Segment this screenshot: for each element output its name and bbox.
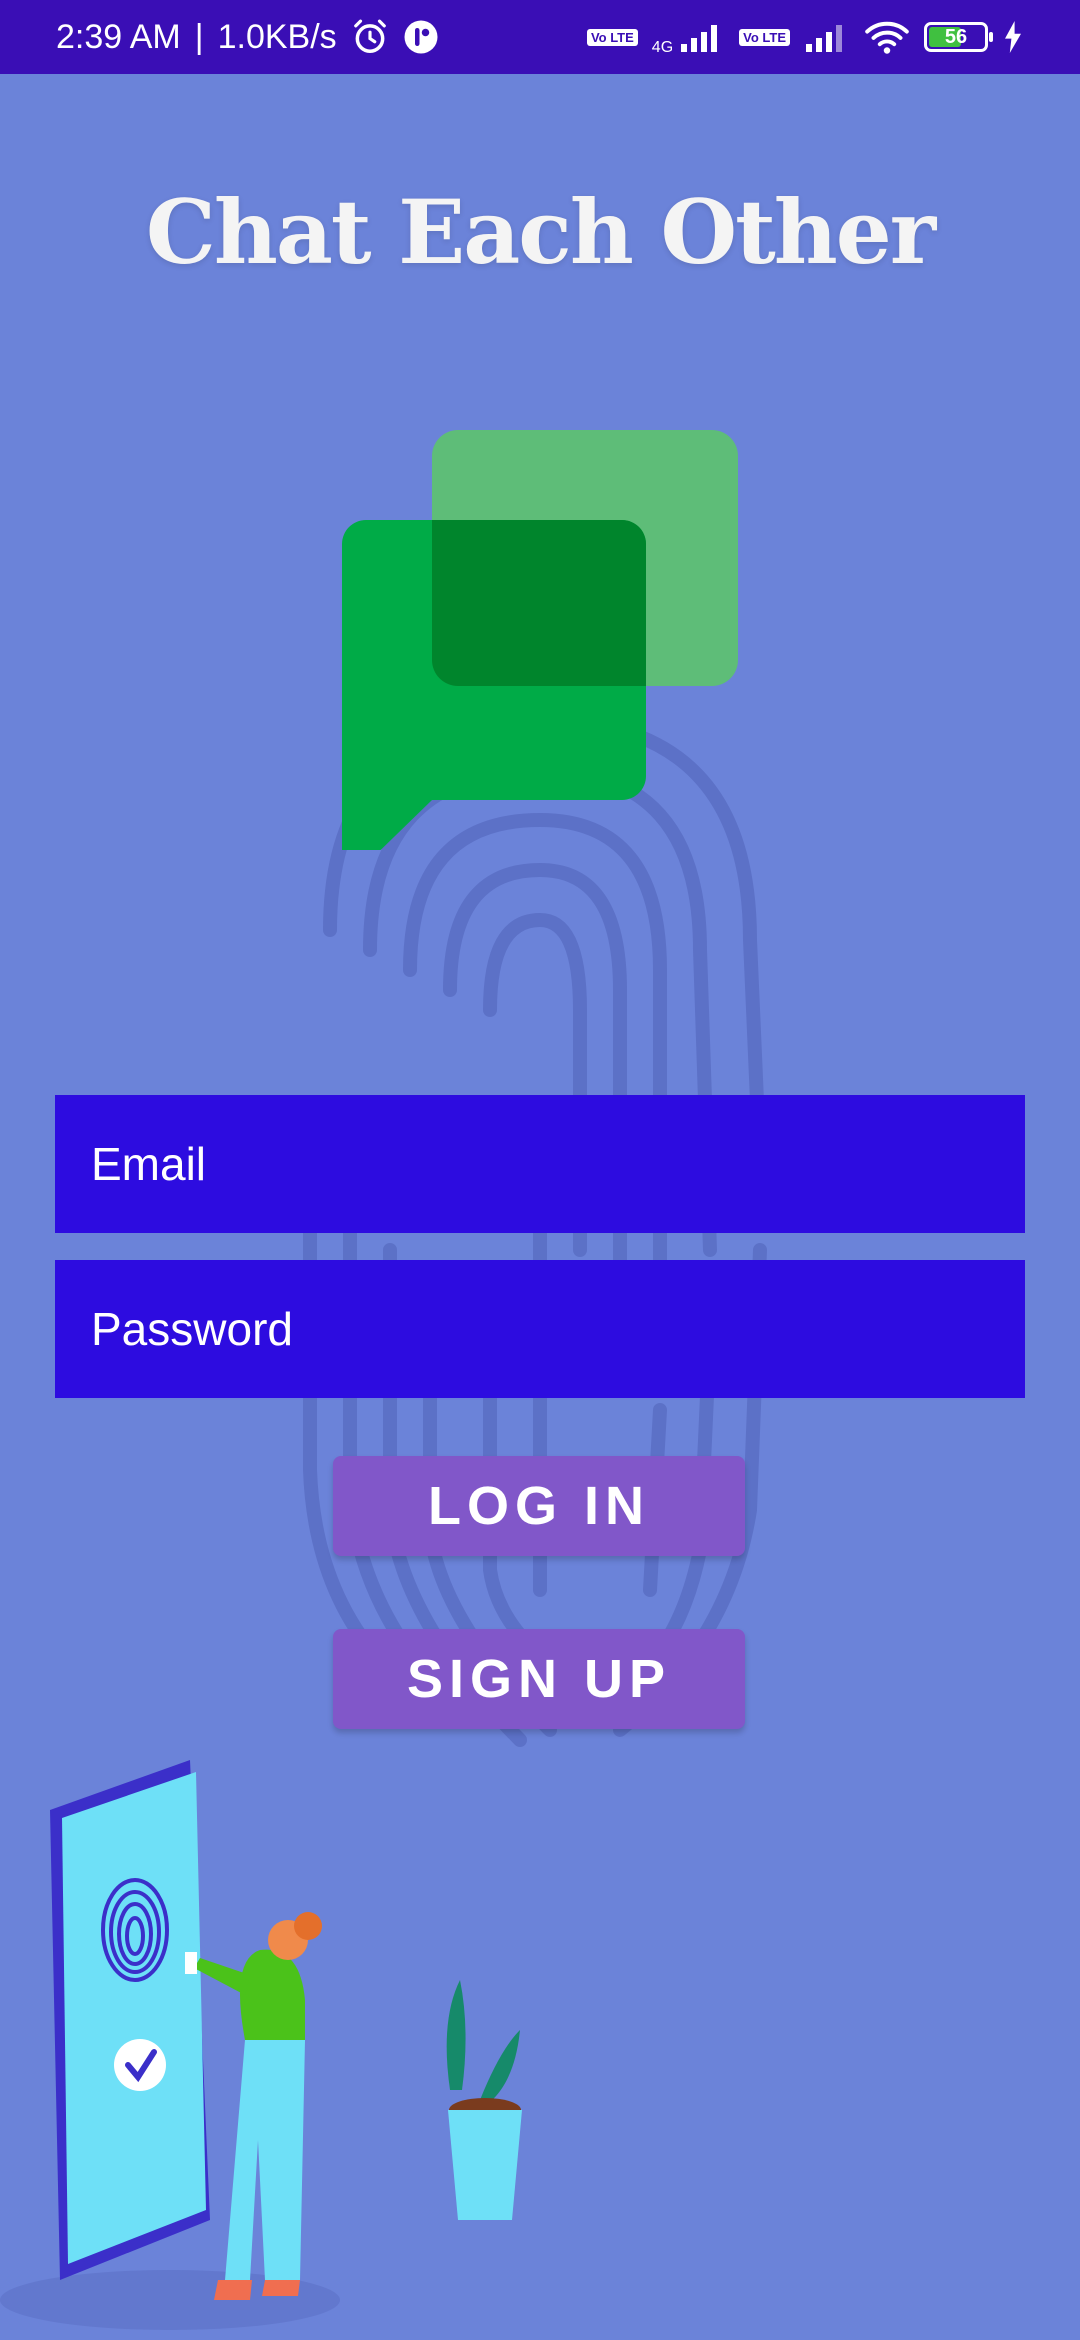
checkmark-icon: [114, 2039, 166, 2091]
chat-bubbles-logo-icon: [342, 430, 738, 850]
status-time: 2:39 AM: [56, 17, 181, 56]
app-notification-icon: [403, 19, 439, 55]
charging-icon: [1002, 21, 1024, 53]
plant-pot: [446, 1980, 522, 2220]
volte-badge-1: Vo LTE: [586, 28, 638, 46]
wifi-icon: [864, 19, 910, 55]
status-left: 2:39 AM | 1.0KB/s: [56, 18, 439, 57]
status-bar: 2:39 AM | 1.0KB/s Vo LTE 4G Vo LTE 56: [0, 0, 1080, 74]
battery-level: 56: [944, 25, 968, 48]
app-title: Chat Each Other: [145, 180, 936, 284]
login-button[interactable]: LOG IN: [333, 1456, 745, 1556]
status-right: Vo LTE 4G Vo LTE 56: [586, 18, 1024, 56]
phone-screen: [62, 1772, 206, 2264]
status-separator: |: [194, 17, 204, 56]
status-speed: 1.0KB/s: [217, 17, 337, 56]
battery-icon: 56: [924, 22, 993, 52]
fingerprint-login-illustration: [0, 1760, 522, 2330]
email-input[interactable]: [55, 1095, 1025, 1233]
signal-icon-2: [804, 22, 850, 52]
volte-badge-2: Vo LTE: [739, 28, 790, 46]
signup-button[interactable]: SIGN UP: [333, 1629, 745, 1729]
password-input[interactable]: [55, 1260, 1025, 1398]
signal-icon: [679, 22, 725, 52]
network-type-label: 4G: [651, 39, 674, 56]
alarm-icon: [351, 18, 389, 56]
person-figure: [185, 1912, 322, 2300]
